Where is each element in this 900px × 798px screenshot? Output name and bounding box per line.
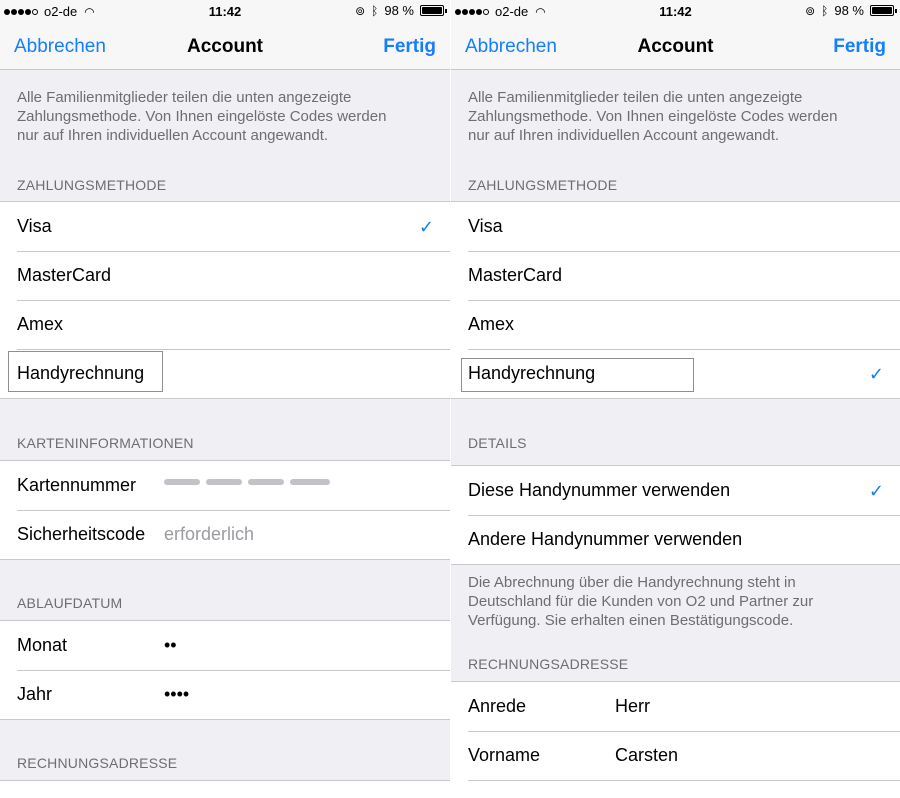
highlight-box [8, 351, 163, 392]
card-info-header: KARTENINFORMATIONEN [17, 435, 194, 451]
firstname-label: Vorname [468, 745, 541, 765]
month-label: Monat [17, 635, 68, 655]
screen-visa: o2-de ◠ 11:42 ⊚ ᛒ 98 % Abbrechen Account… [0, 0, 450, 798]
salutation-label: Anrede [468, 696, 527, 716]
family-sharing-info: Alle Familienmitglieder teilen die unten… [17, 89, 387, 144]
details-group: Diese Handynummer verwenden ✓ Andere Han… [451, 465, 900, 565]
year-field[interactable]: •••• [164, 684, 189, 705]
payment-option-visa[interactable]: Visa [451, 202, 900, 251]
rotation-lock-icon: ⊚ [355, 3, 366, 18]
payment-option-mastercard[interactable]: MasterCard [0, 251, 450, 300]
billing-address-header: RECHNUNGSADRESSE [17, 755, 178, 771]
highlight-box [461, 358, 694, 392]
expiry-header: ABLAUFDATUM [17, 595, 123, 611]
card-number-row[interactable]: Kartennummer [0, 461, 450, 510]
detail-option-label: Diese Handynummer verwenden [468, 480, 731, 500]
done-button[interactable]: Fertig [383, 36, 436, 58]
detail-option-this-number[interactable]: Diese Handynummer verwenden ✓ [451, 466, 900, 515]
card-info-group: Kartennummer Sicherheitscode erforderlic… [0, 460, 450, 560]
status-bar: o2-de ◠ 11:42 ⊚ ᛒ 98 % [0, 0, 450, 22]
month-row[interactable]: Monat •• [0, 621, 450, 670]
card-number-label: Kartennummer [17, 475, 137, 495]
payment-option-label: MasterCard [17, 265, 112, 285]
checkmark-icon: ✓ [418, 217, 434, 237]
bluetooth-icon: ᛒ [371, 3, 379, 18]
firstname-row[interactable]: Vorname Carsten [451, 731, 900, 780]
payment-option-handyrechnung[interactable]: Handyrechnung [0, 349, 450, 398]
payment-option-label: MasterCard [468, 265, 563, 285]
details-header: DETAILS [468, 435, 527, 451]
month-field[interactable]: •• [164, 635, 177, 656]
expiry-group: Monat •• Jahr •••• [0, 620, 450, 720]
payment-option-label: Amex [17, 314, 64, 334]
security-code-label: Sicherheitscode [17, 524, 146, 544]
security-code-row[interactable]: Sicherheitscode erforderlich [0, 510, 450, 559]
battery-percent: 98 % [384, 3, 414, 18]
billing-address-group [0, 780, 450, 798]
billing-address-group: Anrede Herr Vorname Carsten [451, 681, 900, 798]
payment-method-list: Visa MasterCard Amex Handyrechnung ✓ [451, 201, 900, 399]
navigation-bar: Abbrechen Account Fertig [451, 22, 900, 70]
payment-option-label: Visa [468, 216, 503, 236]
family-sharing-info: Alle Familienmitglieder teilen die unten… [468, 89, 838, 144]
battery-icon [420, 5, 447, 16]
screen-handyrechnung: o2-de ◠ 11:42 ⊚ ᛒ 98 % Abbrechen Account… [451, 0, 900, 798]
security-code-field[interactable]: erforderlich [164, 524, 254, 545]
year-label: Jahr [17, 684, 53, 704]
salutation-field[interactable]: Herr [615, 696, 650, 717]
card-number-blurred [164, 479, 330, 485]
payment-option-amex[interactable]: Amex [451, 300, 900, 349]
rotation-lock-icon: ⊚ [805, 3, 816, 18]
year-row[interactable]: Jahr •••• [0, 670, 450, 719]
payment-method-header: ZAHLUNGSMETHODE [17, 177, 167, 193]
billing-address-header: RECHNUNGSADRESSE [468, 656, 629, 672]
detail-option-other-number[interactable]: Andere Handynummer verwenden [451, 515, 900, 564]
checkmark-icon: ✓ [868, 481, 884, 501]
checkmark-icon: ✓ [868, 364, 884, 384]
payment-option-mastercard[interactable]: MasterCard [451, 251, 900, 300]
payment-option-handyrechnung[interactable]: Handyrechnung ✓ [451, 349, 900, 398]
status-bar: o2-de ◠ 11:42 ⊚ ᛒ 98 % [451, 0, 900, 22]
payment-method-header: ZAHLUNGSMETHODE [468, 177, 618, 193]
carrier-billing-note: Die Abrechnung über die Handyrechnung st… [468, 574, 814, 629]
navigation-bar: Abbrechen Account Fertig [0, 22, 450, 70]
payment-method-list: Visa ✓ MasterCard Amex Handyrechnung [0, 201, 450, 399]
payment-option-visa[interactable]: Visa ✓ [0, 202, 450, 251]
firstname-field[interactable]: Carsten [615, 745, 678, 766]
battery-percent: 98 % [834, 3, 864, 18]
done-button[interactable]: Fertig [833, 36, 886, 58]
salutation-row[interactable]: Anrede Herr [451, 682, 900, 731]
bluetooth-icon: ᛒ [821, 3, 829, 18]
lastname-row[interactable] [451, 780, 900, 798]
detail-option-label: Andere Handynummer verwenden [468, 529, 743, 549]
battery-icon [870, 5, 897, 16]
payment-option-amex[interactable]: Amex [0, 300, 450, 349]
payment-option-label: Amex [468, 314, 515, 334]
payment-option-label: Visa [17, 216, 52, 236]
